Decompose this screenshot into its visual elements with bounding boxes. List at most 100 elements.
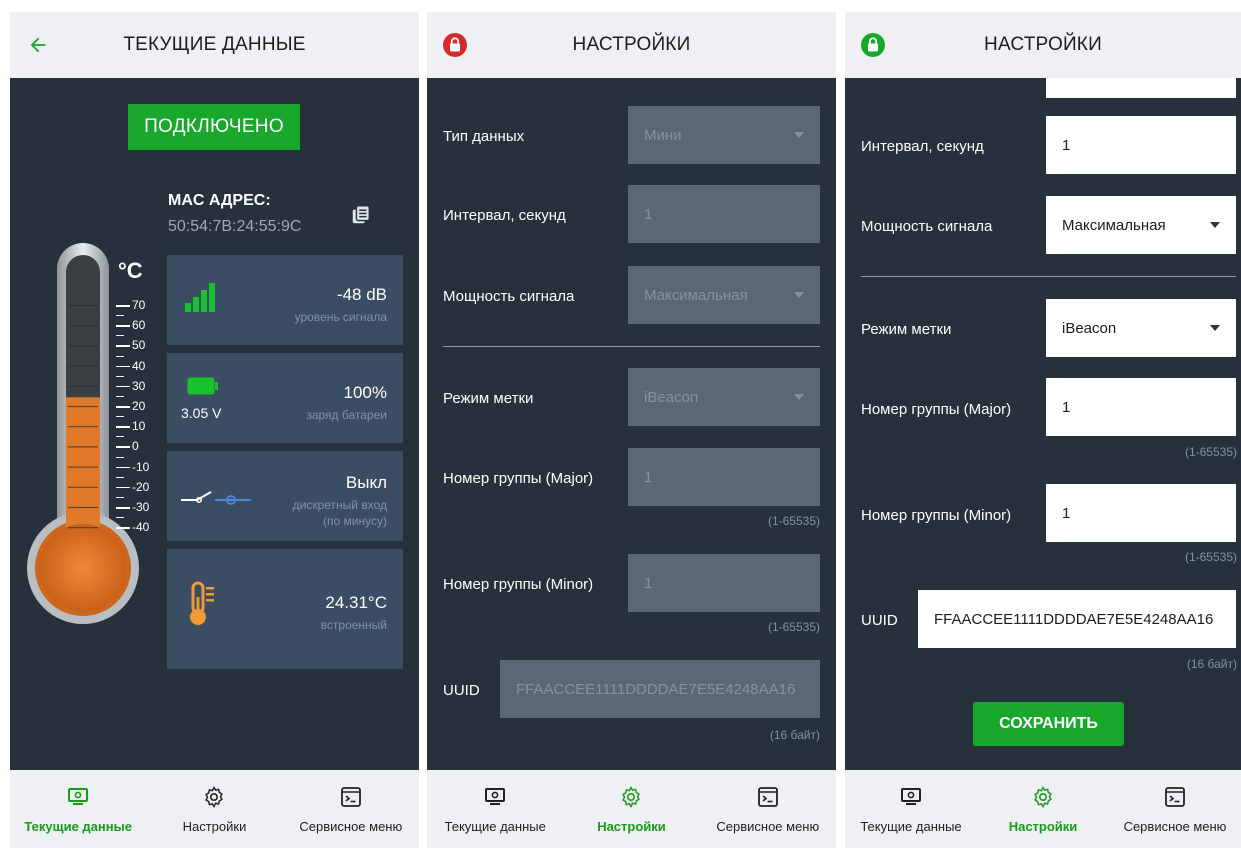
gear-icon (1034, 785, 1052, 808)
nav-service-menu-label: Сервисное меню (716, 818, 820, 834)
monitor-icon (901, 787, 921, 805)
mac-address-value: 50:54:7B:24:55:9C (168, 218, 302, 235)
settings-content: Интервал, секунд 1 Мощность сигнала Макс… (845, 78, 1241, 770)
switch-open-icon (181, 487, 251, 512)
minor-input: 1 (628, 554, 820, 612)
thermometer-tick (116, 466, 130, 469)
mac-address-label: MAC АДРЕС: (168, 192, 271, 209)
lock-open-icon[interactable] (859, 31, 887, 59)
thermometer-tick-label: -40 (132, 520, 150, 535)
nav-current-data[interactable]: Текущие данные (427, 770, 563, 848)
mode-value: iBeacon (644, 388, 699, 406)
divider (443, 346, 820, 347)
thermometer-tick (116, 385, 130, 388)
thermometer-minor-tick (116, 355, 124, 357)
save-button[interactable]: СОХРАНИТЬ (973, 702, 1124, 746)
uuid-hint: (16 байт) (769, 728, 820, 742)
battery-voltage: 3.05 V (181, 405, 222, 421)
copy-icon[interactable] (350, 204, 372, 226)
thermometer-minor-tick (116, 315, 124, 317)
lock-closed-icon[interactable] (441, 31, 469, 59)
battery-value: 100% (343, 383, 387, 402)
back-arrow-icon[interactable] (24, 31, 52, 59)
uuid-value: FFAACCEE1111DDDDAE7E5E4248AA16 (516, 680, 796, 698)
nav-settings[interactable]: Настройки (146, 770, 282, 848)
thermometer-tick-label: 70 (132, 298, 146, 312)
interval-value: 1 (644, 205, 653, 223)
signal-card: -48 dB уровень сигнала (167, 255, 403, 345)
caret-down-icon (794, 132, 804, 138)
input-value: Выкл (345, 473, 387, 492)
interval-input[interactable]: 1 (1046, 116, 1236, 174)
mode-label: Режим метки (861, 321, 952, 338)
battery-icon (187, 377, 219, 400)
uuid-input[interactable]: FFAACCEE1111DDDDAE7E5E4248AA16 (918, 590, 1236, 648)
mode-select: iBeacon (628, 368, 820, 426)
major-input: 1 (628, 448, 820, 506)
nav-settings[interactable]: Настройки (977, 770, 1109, 848)
nav-current-data[interactable]: Текущие данные (10, 770, 146, 848)
nav-settings[interactable]: Настройки (563, 770, 699, 848)
screen-current-data: ТЕКУЩИЕ ДАННЫЕ ПОДКЛЮЧЕНО MAC АДРЕС: 50:… (10, 12, 419, 848)
minor-input[interactable]: 1 (1046, 484, 1236, 542)
thermometer-tick (116, 305, 130, 307)
caret-down-icon (1210, 325, 1220, 331)
uuid-label: UUID (443, 682, 480, 699)
thermometer-minor-tick (116, 395, 124, 398)
thermometer-tick (116, 365, 130, 368)
thermometer-tick (116, 527, 130, 529)
monitor-icon (485, 787, 506, 805)
thermometer-tick (116, 345, 130, 347)
monitor-icon (68, 787, 89, 805)
power-select[interactable]: Максимальная (1046, 196, 1236, 254)
thermometer-tick (116, 446, 130, 448)
battery-card: 3.05 V 100% заряд батареи (167, 353, 403, 443)
data-type-select-partial[interactable] (1046, 78, 1236, 98)
app-bar: НАСТРОЙКИ (845, 12, 1241, 78)
terminal-icon (340, 786, 361, 807)
page-title: НАСТРОЙКИ (572, 34, 691, 55)
data-type-label: Тип данных (443, 128, 525, 145)
thermometer-tick-label: 0 (132, 439, 139, 454)
thermometer-minor-tick (116, 436, 124, 438)
nav-current-data-label: Текущие данные (860, 818, 962, 834)
terminal-icon (1165, 786, 1185, 807)
major-input[interactable]: 1 (1046, 378, 1236, 436)
nav-service-menu-label: Сервисное меню (299, 818, 403, 834)
thermometer-tick-label: 50 (132, 338, 146, 353)
connected-status-button[interactable]: ПОДКЛЮЧЕНО (128, 104, 300, 150)
nav-service-menu[interactable]: Сервисное меню (700, 770, 836, 848)
minor-hint: (1-65535) (1184, 550, 1237, 564)
gear-icon (205, 785, 224, 808)
uuid-hint: (16 байт) (1186, 657, 1237, 671)
major-hint: (1-65535) (1184, 445, 1237, 459)
thermometer-tick (116, 406, 130, 408)
thermometer-tick (116, 325, 130, 327)
minor-hint: (1-65535) (767, 620, 820, 634)
data-type-value: Мини (644, 126, 682, 144)
nav-current-data[interactable]: Текущие данные (845, 770, 977, 848)
uuid-input: FFAACCEE1111DDDDAE7E5E4248AA16 (500, 660, 820, 718)
nav-service-menu[interactable]: Сервисное меню (283, 770, 419, 848)
major-value: 1 (644, 468, 653, 486)
divider (861, 276, 1236, 277)
screen-settings-unlocked: НАСТРОЙКИ Интервал, секунд 1 Мощность си… (845, 12, 1241, 848)
mode-select[interactable]: iBeacon (1046, 299, 1236, 357)
thermometer-tick-label: -20 (132, 479, 150, 494)
minor-label: Номер группы (Minor) (443, 576, 594, 593)
signal-value: -48 dB (336, 285, 387, 304)
caret-down-icon (794, 394, 804, 400)
terminal-icon (757, 786, 778, 807)
thermometer-minor-tick (116, 517, 124, 519)
uuid-value: FFAACCEE1111DDDDAE7E5E4248AA16 (934, 610, 1214, 628)
bottom-navigation: Текущие данные Настройки Сервисное меню (427, 770, 836, 848)
power-select: Максимальная (628, 266, 820, 324)
settings-content: Тип данных Мини Интервал, секунд 1 Мощно… (427, 78, 836, 770)
thermometer-tick-label: 40 (132, 358, 146, 373)
temperature-unit-label: °C (118, 258, 143, 283)
caret-down-icon (1210, 222, 1220, 228)
thermometer-tick-label: 60 (132, 318, 146, 333)
nav-service-menu[interactable]: Сервисное меню (1109, 770, 1241, 848)
thermometer-minor-tick (116, 375, 124, 377)
app-bar: ТЕКУЩИЕ ДАННЫЕ (10, 12, 419, 78)
